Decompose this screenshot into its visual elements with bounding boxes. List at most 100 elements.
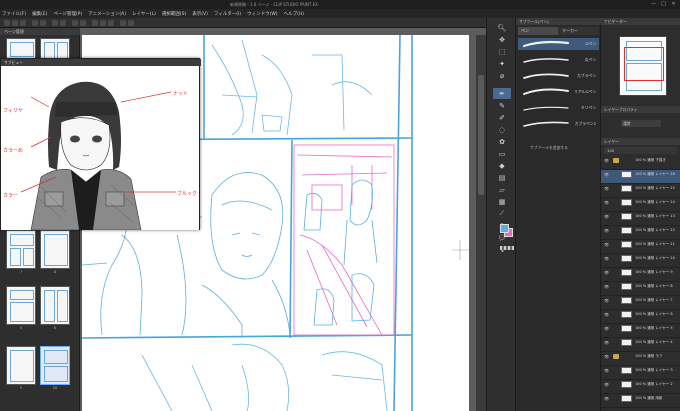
brush-item-kabura-pen-2[interactable]: カブラペン2 (518, 118, 599, 130)
layer-row[interactable]: 👁︎ 100 % 通常 レイヤー 11 (601, 240, 680, 254)
snap-ruler-icon[interactable] (92, 20, 98, 26)
eye-icon[interactable]: 👁︎ (604, 312, 609, 317)
zoom-tool-icon[interactable]: 🔍︎ (493, 22, 511, 33)
menu-help[interactable]: ヘルプ(H) (284, 11, 304, 17)
brush-item-g-pen[interactable]: Gペン (518, 38, 599, 50)
brush-tool-icon[interactable]: ✐ (493, 112, 511, 123)
close-button[interactable]: ✕ (670, 1, 677, 7)
eye-icon[interactable]: 👁︎ (604, 326, 609, 331)
transform-icon[interactable] (60, 20, 66, 26)
layer-row[interactable]: 👁︎ 100 % 通常 レイヤー 10 (601, 254, 680, 268)
menu-filter[interactable]: フィルター(I) (214, 11, 241, 17)
eye-icon[interactable]: 👁︎ (604, 158, 609, 163)
eye-icon[interactable]: 👁︎ (604, 396, 609, 401)
fill-tool-icon[interactable]: ◆ (493, 160, 511, 171)
open-icon[interactable] (12, 20, 18, 26)
sub-view-title-bar[interactable]: サブビュー (1, 59, 201, 66)
eye-icon[interactable]: 👁︎ (604, 340, 609, 345)
opacity-field[interactable]: 100 (604, 147, 677, 154)
deselect-icon[interactable] (72, 20, 78, 26)
eye-icon[interactable]: 👁︎ (604, 270, 609, 275)
layer-row[interactable]: 👁︎ 100 % 通常 レイヤー 12 (601, 226, 680, 240)
layer-row[interactable]: 👁︎ 100 % 通常 レイヤー 8 (601, 282, 680, 296)
pen-tool-icon[interactable]: ✒ (493, 88, 511, 99)
eye-icon[interactable]: 👁︎ (604, 172, 609, 177)
menu-window[interactable]: ウィンドウ(W) (247, 11, 277, 17)
pencil-tool-icon[interactable]: ✎ (493, 100, 511, 111)
redo-icon[interactable] (40, 20, 46, 26)
eye-icon[interactable]: 👁︎ (604, 256, 609, 261)
transparent-color-swatch[interactable] (500, 246, 514, 250)
eye-icon[interactable]: 👁︎ (604, 228, 609, 233)
layer-row[interactable]: 👁︎ 100 % 通常 レイヤー 7 (601, 296, 680, 310)
layer-row[interactable]: 👁︎ 100 % 通常 レイヤー 6 (601, 310, 680, 324)
snap-grid-icon[interactable] (100, 20, 106, 26)
page-thumbnail-7[interactable] (6, 230, 36, 269)
eye-icon[interactable]: 👁︎ (604, 298, 609, 303)
tab-marker[interactable]: マーカー (559, 27, 599, 35)
undo-icon[interactable] (32, 20, 38, 26)
select-tool-icon[interactable]: ⬚ (493, 46, 511, 57)
menu-view[interactable]: 表示(V) (192, 11, 208, 17)
page-thumbnail-8[interactable] (40, 230, 70, 269)
menu-page[interactable]: ページ管理(P) (53, 11, 82, 17)
page-thumbnail-9[interactable] (6, 346, 36, 385)
layer-row[interactable]: 👁︎ 100 % 通常 レイヤー 14 (601, 198, 680, 212)
figure-tool-icon[interactable]: ▱ (493, 184, 511, 195)
colour-tool-icon[interactable] (128, 20, 134, 26)
page-thumbnail-6[interactable] (40, 286, 70, 325)
layer-row[interactable]: 👁︎ 100 % 通常 レイヤー 15 (601, 184, 680, 198)
invert-selection-icon[interactable] (80, 20, 86, 26)
menu-file[interactable]: ファイル(F) (2, 11, 26, 17)
eye-icon[interactable]: 👁︎ (604, 284, 609, 289)
maximize-button[interactable]: □ (660, 1, 667, 7)
eye-icon[interactable]: 👁︎ (604, 382, 609, 387)
page-thumbnail-5[interactable] (6, 286, 36, 325)
eye-icon[interactable]: 👁︎ (604, 186, 609, 191)
menu-edit[interactable]: 編集(E) (32, 11, 47, 17)
eyedropper-tool-icon[interactable]: ⌀ (493, 70, 511, 81)
layer-row[interactable]: 👁︎ 100 % 通常 レイヤー 5 (601, 324, 680, 338)
layer-row[interactable]: 👁︎ 100 % 通常 用紙 (601, 394, 680, 408)
main-color-swatch[interactable] (500, 224, 509, 233)
layer-folder-row[interactable]: 👁︎ 100 % 通常 ラフ (601, 352, 680, 366)
airbrush-tool-icon[interactable]: ◌ (493, 124, 511, 135)
brush-item-milli-pen[interactable]: ミリペン (518, 102, 599, 114)
tab-pen[interactable]: ペン (518, 27, 558, 35)
canvas-vertical-scrollbar[interactable] (476, 35, 486, 411)
menu-layer[interactable]: レイヤー(L) (132, 11, 156, 17)
menu-animation[interactable]: アニメーション(A) (88, 11, 126, 17)
snap-special-icon[interactable] (108, 20, 114, 26)
eye-icon[interactable]: 👁︎ (604, 242, 609, 247)
layer-row[interactable]: 👁︎ 100 % 通常 レイヤー 3 (601, 366, 680, 380)
save-icon[interactable] (20, 20, 26, 26)
eye-icon[interactable]: 👁︎ (604, 368, 609, 373)
brush-item-kabura-pen[interactable]: カブラペン (518, 70, 599, 82)
move-tool-icon[interactable]: ✥ (493, 34, 511, 45)
wand-tool-icon[interactable]: ✦ (493, 58, 511, 69)
decoration-tool-icon[interactable]: ✿ (493, 136, 511, 147)
eye-icon[interactable]: 👁︎ (604, 200, 609, 205)
eraser-tool-icon[interactable]: ▭ (493, 148, 511, 159)
layer-row[interactable]: 👁︎ 100 % 通常 レイヤー 13 (601, 212, 680, 226)
minimize-button[interactable]: — (650, 1, 657, 7)
eye-icon[interactable]: 👁︎ (604, 214, 609, 219)
new-icon[interactable] (4, 20, 10, 26)
ruler-tool-icon[interactable]: ⟋ (493, 208, 511, 219)
sub-view-window[interactable]: サブビュー フィリヤ カラーめ カラー ナット ブルック (0, 58, 201, 230)
navigator-preview[interactable] (619, 36, 667, 96)
page-thumbnail-10[interactable] (40, 346, 70, 385)
eye-icon[interactable]: 👁︎ (604, 354, 609, 359)
layer-folder-row[interactable]: 👁︎ 100 % 通常 下描き (601, 156, 680, 170)
clear-icon[interactable] (52, 20, 58, 26)
brush-item-round-pen[interactable]: 丸ペン (518, 54, 599, 66)
layer-row[interactable]: 👁︎ 100 % 通常 レイヤー 2 (601, 380, 680, 394)
pen-pressure-icon[interactable] (120, 20, 126, 26)
blend-mode-select[interactable]: 通常 (621, 120, 661, 127)
add-sub-tool-button[interactable]: サブツールを追加する (530, 145, 568, 151)
frame-tool-icon[interactable]: ▦ (493, 196, 511, 207)
layer-row[interactable]: 👁︎ 100 % 通常 レイヤー 9 (601, 268, 680, 282)
layer-row[interactable]: 👁︎ 100 % 通常 レイヤー 4 (601, 338, 680, 352)
gradient-tool-icon[interactable]: ▤ (493, 172, 511, 183)
menu-selection[interactable]: 選択範囲(S) (162, 11, 186, 17)
